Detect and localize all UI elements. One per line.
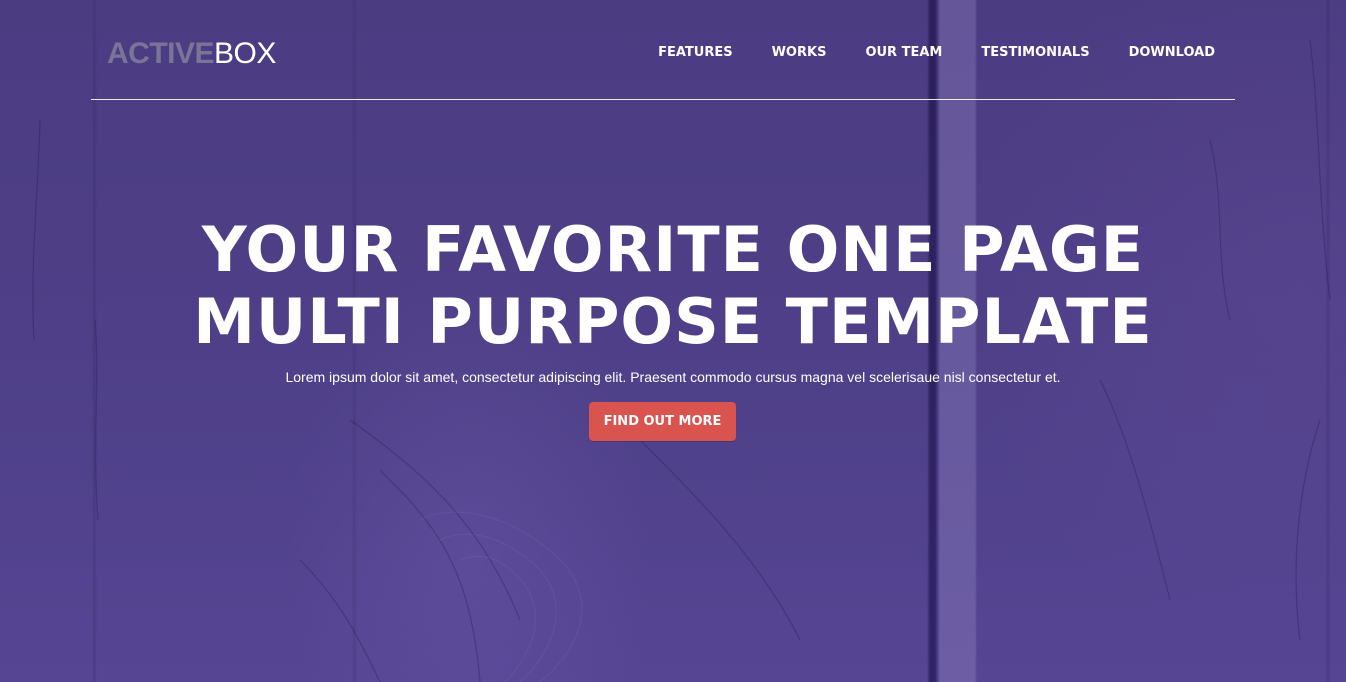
main-nav: FEATURES WORKS OUR TEAM TESTIMONIALS DOW…: [619, 44, 1215, 62]
hero-subtext: Lorem ipsum dolor sit amet, consectetur …: [285, 369, 1061, 385]
nav-link-download[interactable]: DOWNLOAD: [1129, 44, 1215, 62]
hero-headline: YOUR FAVORITE ONE PAGE MULTI PURPOSE TEM…: [0, 214, 1346, 358]
nav-link-our-team[interactable]: OUR TEAM: [865, 44, 942, 62]
logo[interactable]: ACTIVEBOX: [107, 37, 276, 71]
hero-headline-line-2: MULTI PURPOSE TEMPLATE: [193, 285, 1153, 358]
find-out-more-button[interactable]: FIND OUT MORE: [589, 402, 736, 441]
logo-light-text: BOX: [214, 37, 276, 70]
nav-link-testimonials[interactable]: TESTIMONIALS: [981, 44, 1089, 62]
hero-headline-line-1: YOUR FAVORITE ONE PAGE: [201, 213, 1145, 286]
nav-link-features[interactable]: FEATURES: [658, 44, 733, 62]
hero-section: ACTIVEBOX FEATURES WORKS OUR TEAM TESTIM…: [0, 0, 1346, 682]
nav-link-works[interactable]: WORKS: [772, 44, 827, 62]
top-navigation-bar: ACTIVEBOX FEATURES WORKS OUR TEAM TESTIM…: [91, 0, 1235, 100]
logo-bold-text: ACTIVE: [107, 37, 215, 70]
